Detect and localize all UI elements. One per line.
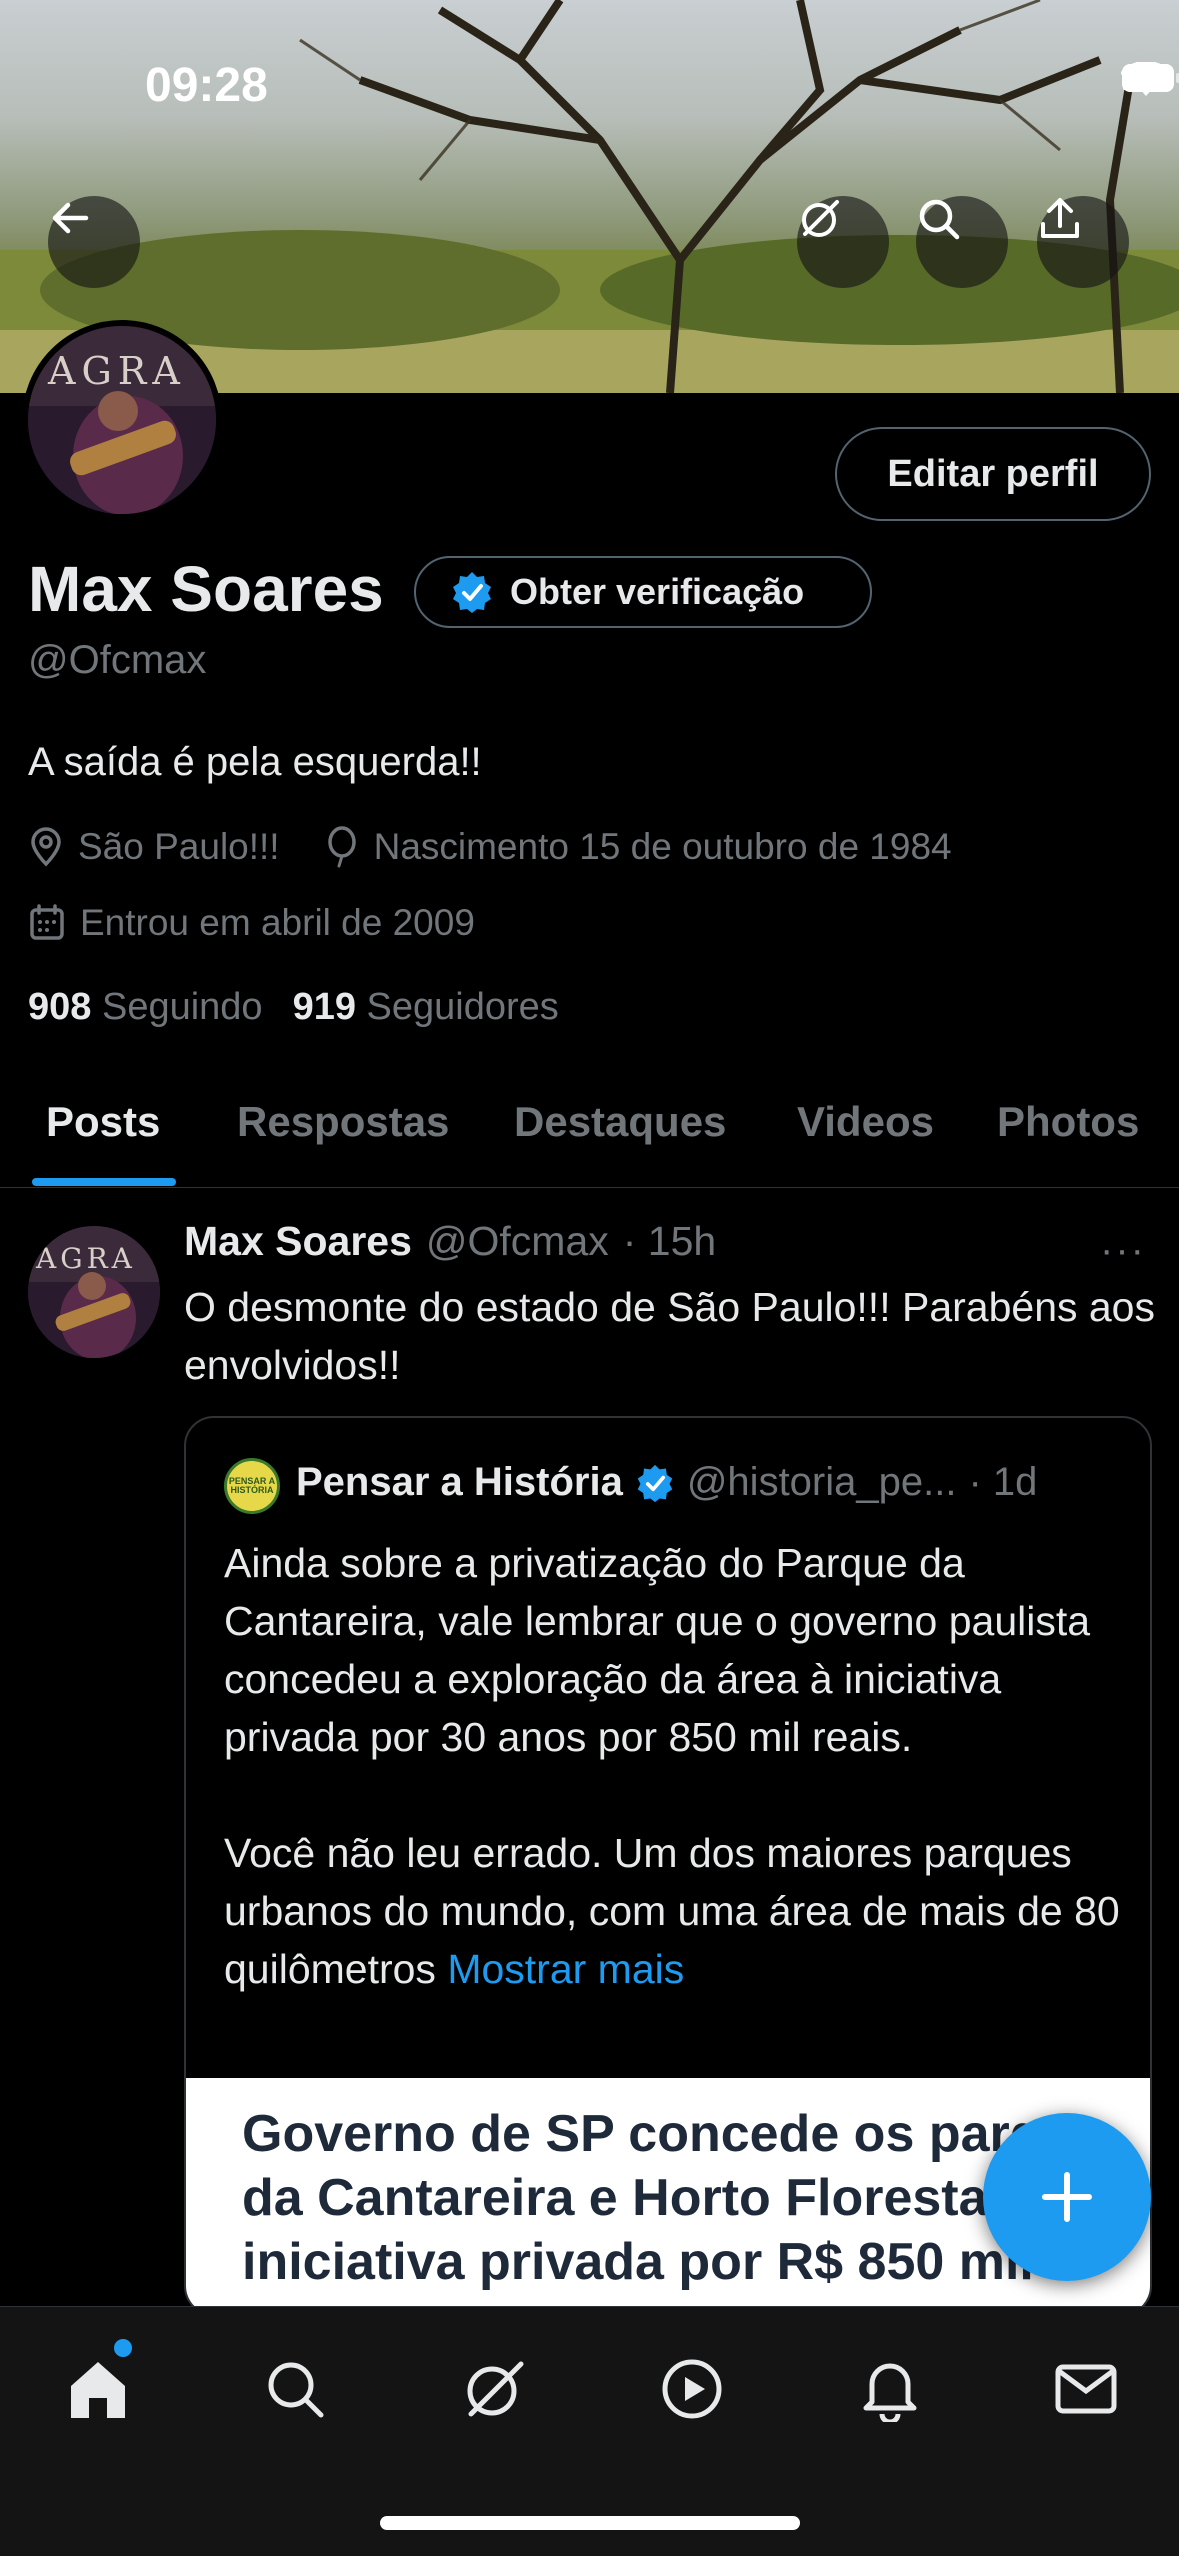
- location-pin-icon: [31, 827, 61, 867]
- post-text: O desmonte do estado de São Paulo!!! Par…: [184, 1284, 1155, 1388]
- compose-post-button[interactable]: [983, 2113, 1151, 2281]
- home-indicator: [380, 2516, 800, 2530]
- quote-avatar: PENSAR A HISTÓRIA: [224, 1458, 280, 1514]
- grok-icon: [802, 200, 839, 237]
- status-time: 09:28: [145, 59, 268, 112]
- search-button[interactable]: [916, 196, 1008, 288]
- post-avatar-logo-text: AGRA: [35, 1242, 136, 1275]
- tab-posts[interactable]: Posts: [46, 1098, 160, 1146]
- quote-text: Ainda sobre a privatização do Parque da …: [224, 1534, 1124, 1998]
- profile-page: 09:28 AGRA Editar perfil Max Soares Obte…: [0, 0, 1179, 2556]
- profile-avatar[interactable]: AGRA: [22, 320, 222, 520]
- followers-link[interactable]: 919 Seguidores: [293, 986, 559, 1029]
- profile-handle: @Ofcmax: [28, 638, 207, 682]
- nav-grok[interactable]: [454, 2349, 534, 2429]
- home-notification-dot: [114, 2339, 132, 2357]
- post-author-handle[interactable]: @Ofcmax: [426, 1218, 609, 1265]
- grok-button[interactable]: [797, 196, 889, 288]
- profile-joined: Entrou em abril de 2009: [28, 902, 475, 944]
- verified-badge-icon: [637, 1464, 673, 1502]
- post-header: Max Soares @Ofcmax · 15h: [184, 1218, 716, 1265]
- get-verified-button[interactable]: Obter verificação: [414, 556, 872, 628]
- post-author-name[interactable]: Max Soares: [184, 1218, 412, 1265]
- share-icon: [1041, 198, 1079, 238]
- home-icon: [71, 2362, 125, 2418]
- tab-highlights[interactable]: Destaques: [514, 1098, 726, 1146]
- avatar-image: AGRA: [28, 326, 216, 514]
- quote-author-name: Pensar a História: [296, 1460, 623, 1504]
- battery-icon: [1122, 64, 1179, 92]
- nav-search[interactable]: [255, 2349, 335, 2429]
- birthdate-text: Nascimento 15 de outubro de 1984: [373, 826, 952, 867]
- profile-bio: A saída é pela esquerda!!: [28, 740, 482, 784]
- post-avatar[interactable]: AGRA: [28, 1226, 160, 1358]
- profile-meta-row: São Paulo!!! Nascimento 15 de outubro de…: [28, 826, 952, 868]
- tab-videos[interactable]: Videos: [797, 1098, 934, 1146]
- profile-name: Max Soares: [28, 553, 384, 625]
- get-verified-label: Obter verificação: [510, 571, 805, 612]
- joined-text: Entrou em abril de 2009: [80, 902, 475, 943]
- bell-icon: [863, 2363, 917, 2422]
- edit-profile-button[interactable]: Editar perfil: [835, 427, 1151, 521]
- quote-body: Ainda sobre a privatização do Parque da …: [224, 1540, 1120, 1992]
- active-tab-indicator: [32, 1178, 176, 1186]
- balloon-icon: [327, 826, 356, 868]
- back-button[interactable]: [48, 196, 140, 288]
- nav-home[interactable]: [58, 2349, 138, 2429]
- nav-videos[interactable]: [652, 2349, 732, 2429]
- post-avatar-image: AGRA: [28, 1226, 160, 1358]
- followers-label: Seguidores: [366, 986, 559, 1028]
- following-label: Seguindo: [101, 986, 263, 1028]
- grok-icon: [467, 2361, 524, 2417]
- tab-replies[interactable]: Respostas: [237, 1098, 449, 1146]
- play-icon: [662, 2359, 722, 2419]
- quote-author-handle: @historia_pe...: [686, 1460, 957, 1504]
- search-icon: [919, 199, 960, 240]
- location-text: São Paulo!!!: [78, 826, 280, 867]
- search-icon: [268, 2362, 324, 2418]
- show-more-link[interactable]: Mostrar mais: [447, 1946, 684, 1992]
- tab-photos[interactable]: Photos: [997, 1098, 1139, 1146]
- profile-tabs: Posts Respostas Destaques Videos Photos: [0, 1088, 1179, 1188]
- nav-messages[interactable]: [1046, 2349, 1126, 2429]
- arrow-left-icon: [52, 202, 89, 234]
- followers-count: 919: [292, 986, 356, 1028]
- quote-header: Pensar a História @historia_pe... · 1d: [296, 1460, 1037, 1505]
- following-count: 908: [28, 986, 92, 1028]
- post-time: · 15h: [622, 1218, 717, 1264]
- follow-stats: 908 Seguindo 919 Seguidores: [28, 986, 559, 1029]
- profile-birthdate: Nascimento 15 de outubro de 1984: [324, 826, 952, 868]
- nav-notifications[interactable]: [850, 2349, 930, 2429]
- mail-icon: [1055, 2364, 1117, 2414]
- profile-banner[interactable]: 09:28: [0, 0, 1179, 393]
- profile-location: São Paulo!!!: [28, 826, 280, 868]
- verified-badge-icon: [453, 572, 491, 613]
- quote-time: · 1d: [968, 1460, 1038, 1504]
- avatar-logo-text: AGRA: [47, 349, 186, 393]
- calendar-icon: [30, 904, 64, 940]
- plus-icon: [1042, 2172, 1092, 2222]
- following-link[interactable]: 908 Seguindo: [28, 986, 263, 1029]
- post-more-button[interactable]: ···: [1100, 1228, 1146, 1273]
- share-button[interactable]: [1037, 196, 1129, 288]
